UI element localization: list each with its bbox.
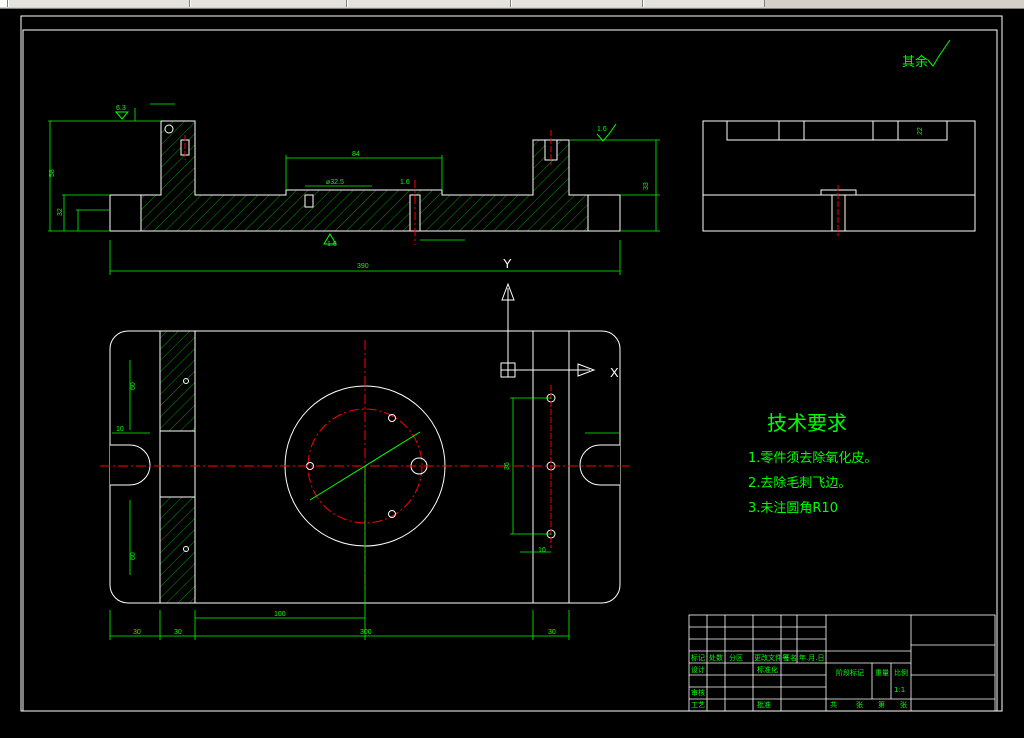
dim-plan-right: 30 [548,629,556,636]
dim-top-hole: ⌀32.5 [326,179,344,186]
tb-label: 张 [900,700,907,709]
surface-roughness-note: 其余 [902,54,928,70]
document-tab[interactable] [511,0,643,7]
tb-label: 标准化 [757,665,778,674]
document-tab[interactable] [8,0,190,7]
cad-drawing[interactable]: 其余 58 32 84 ⌀32.5 33 390 6.3 1.6 1.6 1.6… [0,9,1024,738]
tb-label: 设计 [691,665,705,674]
technical-requirements: 技术要求 1.零件须去除氧化皮。 2.去除毛刺飞边。 3.未注圆角R10 [748,411,877,516]
tech-item-1: 1.零件须去除氧化皮。 [748,451,877,466]
document-tab-bar [0,0,1024,9]
dim-top-span: 84 [352,151,360,158]
tb-label: 阶段标记 [836,668,864,677]
tb-label: 共 [830,700,837,709]
tb-label: 标记 [691,653,705,662]
tab-icon[interactable] [0,0,8,7]
dim-overall-length: 390 [357,263,369,270]
dim-plan-r1: 10 [538,547,546,554]
tb-label: 工艺 [691,701,705,709]
dim-side-height: 22 [917,127,924,135]
dim-plan-r2: 10 [116,426,124,433]
tb-label: 处数 [709,653,723,662]
roughness-symbol-icon [927,39,951,67]
dim-plan-length: 300 [360,629,372,636]
drawing-viewport[interactable]: 其余 58 32 84 ⌀32.5 33 390 6.3 1.6 1.6 1.6… [0,9,1024,738]
ucs-icon: Y X [500,256,619,380]
title-block [688,614,996,712]
tb-label: 年.月.日 [799,653,824,662]
dim-plan-left: 30 [133,629,141,636]
roughness-value-a: 6.3 [116,105,126,112]
roughness-value-d: 1.6 [597,126,607,133]
dim-plan-left2: 30 [174,629,182,636]
tech-title: 技术要求 [767,411,847,435]
tb-label: 张 [856,700,863,709]
dim-height-right: 33 [643,182,650,190]
document-tab[interactable] [347,0,511,7]
dim-plan-v2: 60 [130,552,137,560]
tb-label: 比例 [894,668,908,677]
tech-item-2: 2.去除毛刺飞边。 [748,476,851,491]
tb-label: 签名 [783,653,797,662]
dim-plan-vertical: 36 [504,462,511,470]
side-view: 22 [702,120,976,236]
dim-height-mid: 32 [57,208,64,216]
tb-label: 重量 [875,669,889,677]
front-section-view: 58 32 84 ⌀32.5 33 390 6.3 1.6 1.6 1.6 [48,103,660,275]
ucs-y-label: Y [503,256,512,271]
document-tab[interactable] [190,0,347,7]
tb-scale: 1:1 [894,686,905,694]
dim-height-total: 58 [49,169,56,177]
plan-view: 30 30 100 300 30 36 10 10 60 60 [100,330,630,640]
dim-hole-offset: 100 [274,611,286,618]
tb-label: 批准 [757,700,771,709]
ucs-x-label: X [610,365,619,380]
roughness-value-b: 1.6 [400,179,410,186]
dim-plan-v1: 60 [130,382,137,390]
document-tab[interactable] [643,0,765,7]
title-block-labels: 标记 处数 分区 更改文件号 签名 年.月.日 设计 标准化 阶段标记 重量 比… [691,653,908,709]
tb-label: 分区 [729,653,743,662]
tech-item-3: 3.未注圆角R10 [748,501,838,516]
tb-label: 第 [878,700,885,709]
tb-label: 审核 [691,688,705,697]
